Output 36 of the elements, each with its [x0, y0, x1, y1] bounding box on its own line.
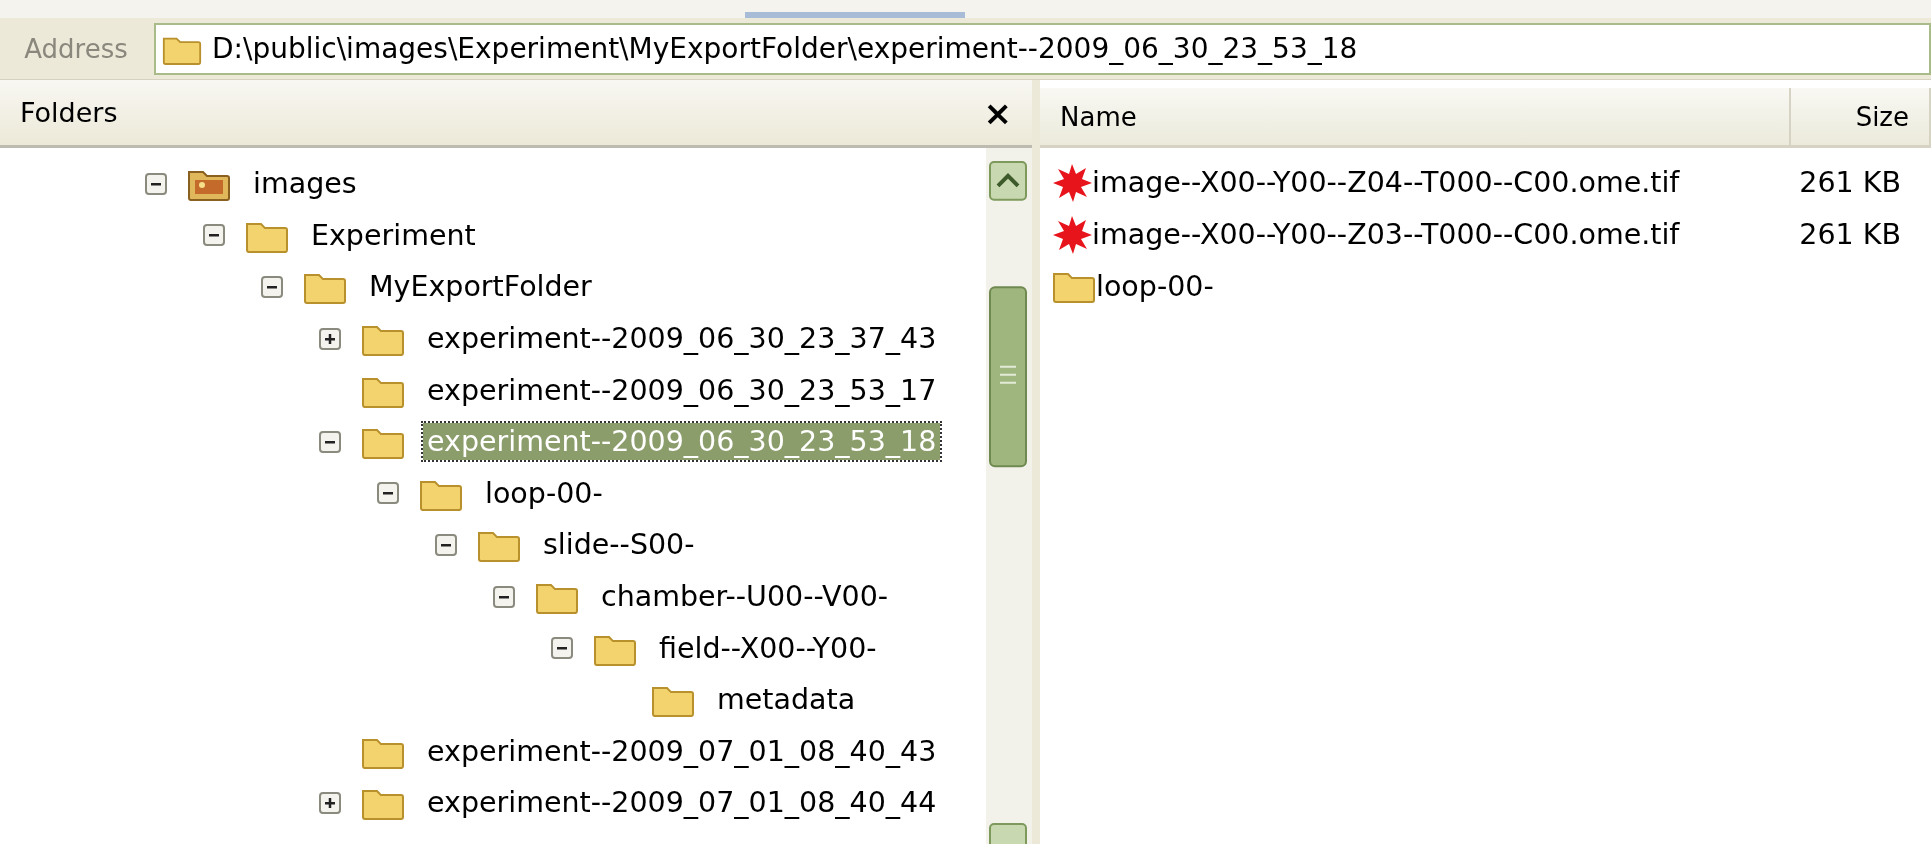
collapse-icon[interactable] — [261, 276, 283, 298]
image-file-icon — [1052, 162, 1092, 202]
tree-item[interactable]: MyExportFolder — [365, 268, 596, 306]
tree-item[interactable]: experiment--2009_06_30_23_37_43 — [423, 320, 941, 358]
collapse-icon[interactable] — [203, 224, 225, 247]
expand-icon[interactable] — [319, 327, 341, 350]
collapse-icon[interactable] — [493, 585, 515, 608]
tree-item[interactable]: Experiment — [307, 216, 480, 254]
tree-item[interactable]: images — [249, 165, 361, 203]
tree-item[interactable]: chamber--U00--V00- — [597, 578, 893, 616]
close-button[interactable]: × — [977, 95, 1018, 130]
collapse-icon[interactable] — [145, 172, 167, 195]
expand-icon[interactable] — [319, 791, 341, 814]
tree-item[interactable]: field--X00--Y00- — [655, 629, 881, 667]
scrollbar[interactable] — [986, 148, 1032, 844]
pane-title: Folders — [20, 97, 118, 128]
collapse-icon[interactable] — [551, 637, 573, 660]
column-header[interactable]: Size — [1791, 88, 1931, 145]
image-file-icon — [1052, 214, 1092, 254]
tree-item[interactable]: experiment--2009_07_01_08_40_43 — [423, 732, 941, 770]
tree-item[interactable]: loop-00- — [481, 474, 607, 512]
collapse-icon[interactable] — [435, 533, 457, 556]
collapse-icon[interactable] — [319, 430, 341, 453]
tree-item[interactable]: metadata — [713, 681, 860, 719]
column-header[interactable]: Name — [1040, 88, 1791, 145]
address-field[interactable]: D:\public\images\Experiment\MyExportFolder\experiment--2009_06_30_23_53_18 — [154, 22, 1931, 75]
tree-item[interactable]: slide--S00- — [539, 526, 699, 564]
file-size: 261 KB — [1798, 217, 1902, 251]
address-label: Address — [23, 33, 129, 64]
file-size: 261 KB — [1798, 165, 1902, 199]
tree-item[interactable]: experiment--2009_07_01_08_40_44 — [423, 784, 941, 822]
file-name[interactable]: image--X00--Y00--Z03--T000--C00.ome.tif — [1092, 217, 1761, 251]
file-name[interactable]: loop-00- — [1096, 269, 1931, 303]
collapse-icon[interactable] — [377, 482, 399, 505]
tree-item[interactable]: experiment--2009_06_30_23_53_17 — [423, 371, 941, 409]
file-name[interactable]: image--X00--Y00--Z04--T000--C00.ome.tif — [1092, 165, 1761, 199]
